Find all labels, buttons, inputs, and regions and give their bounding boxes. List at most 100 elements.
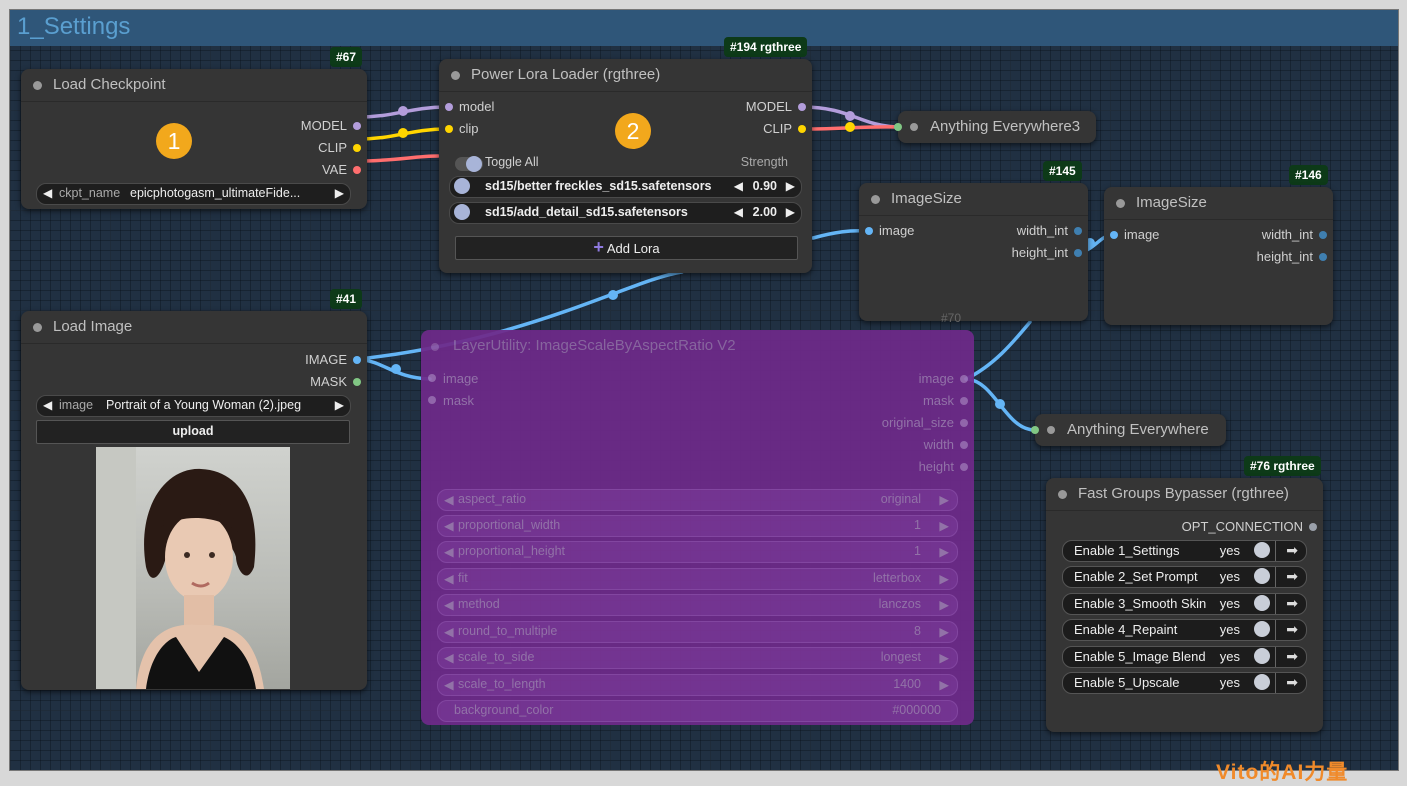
- output-vae-dot-icon[interactable]: [353, 166, 361, 174]
- ckpt-name-combo[interactable]: ◀ ckpt_name epicphotogasm_ultimateFide..…: [36, 183, 351, 205]
- bypass-row[interactable]: Enable 1_Settings yes ➡: [1062, 540, 1307, 562]
- anything-everywhere-node[interactable]: Anything Everywhere: [1031, 414, 1226, 446]
- output-clip-dot-icon[interactable]: [353, 144, 361, 152]
- canvas[interactable]: 1_Settings #67 Load Checkpoint MODEL CLI…: [9, 9, 1399, 771]
- bypass-row[interactable]: Enable 3_Smooth Skin yes ➡: [1062, 593, 1307, 615]
- input-image[interactable]: image: [1124, 227, 1159, 242]
- collapse-dot-icon[interactable]: [1116, 199, 1125, 208]
- widget-background-color[interactable]: background_color #000000: [437, 700, 958, 722]
- output-height-dot-icon[interactable]: [1319, 253, 1327, 261]
- group-header[interactable]: 1_Settings: [10, 10, 1398, 46]
- output-mask[interactable]: MASK: [310, 374, 347, 389]
- node-title-bar[interactable]: ImageSize: [859, 183, 1088, 216]
- add-lora-button[interactable]: + Add Lora: [455, 236, 798, 260]
- toggle-all-switch[interactable]: [455, 156, 483, 172]
- output-height-dot-icon[interactable]: [960, 463, 968, 471]
- lora-row-1[interactable]: sd15/better freckles_sd15.safetensors ◀ …: [449, 176, 802, 198]
- output-image[interactable]: IMAGE: [305, 352, 347, 367]
- image-size-node-a[interactable]: ImageSize image width_int height_int #70: [859, 183, 1088, 325]
- output-mask[interactable]: mask: [923, 393, 954, 408]
- lora-toggle-icon[interactable]: [454, 178, 470, 194]
- node-title-bar[interactable]: Load Image: [21, 311, 367, 344]
- output-model-dot-icon[interactable]: [798, 103, 806, 111]
- left-arrow-icon[interactable]: ◀: [734, 205, 743, 219]
- image-combo[interactable]: ◀ image Portrait of a Young Woman (2).jp…: [36, 395, 351, 417]
- bypass-row[interactable]: Enable 5_Image Blend yes ➡: [1062, 646, 1307, 668]
- lora-strength[interactable]: 0.90: [753, 179, 777, 193]
- input-image[interactable]: image: [443, 371, 478, 386]
- output-original-size[interactable]: original_size: [882, 415, 954, 430]
- widget-scale-to-length[interactable]: ◀ scale_to_length 1400 ▶: [437, 674, 958, 696]
- widget-aspect-ratio[interactable]: ◀ aspect_ratio original ▶: [437, 489, 958, 511]
- fast-groups-bypasser-node[interactable]: Fast Groups Bypasser (rgthree) OPT_CONNE…: [1046, 478, 1323, 732]
- input-image-dot-icon[interactable]: [865, 227, 873, 235]
- power-lora-loader-node[interactable]: Power Lora Loader (rgthree) model clip M…: [439, 59, 812, 273]
- output-height[interactable]: height: [919, 459, 954, 474]
- layer-utility-scale-node[interactable]: LayerUtility: ImageScaleByAspectRatio V2…: [421, 330, 974, 725]
- widget-proportional-height[interactable]: ◀ proportional_height 1 ▶: [437, 541, 958, 563]
- output-opt-connection[interactable]: OPT_CONNECTION: [1182, 519, 1303, 534]
- image-size-node-b[interactable]: ImageSize image width_int height_int: [1104, 187, 1333, 325]
- right-arrow-icon[interactable]: ▶: [786, 205, 795, 219]
- output-model[interactable]: MODEL: [301, 118, 347, 133]
- node-title-bar[interactable]: Power Lora Loader (rgthree): [439, 59, 812, 92]
- left-arrow-icon[interactable]: ◀: [43, 186, 52, 200]
- output-width-dot-icon[interactable]: [1319, 231, 1327, 239]
- bypass-row[interactable]: Enable 5_Upscale yes ➡: [1062, 672, 1307, 694]
- lora-toggle-icon[interactable]: [454, 204, 470, 220]
- input-mask[interactable]: mask: [443, 393, 474, 408]
- left-arrow-icon[interactable]: ◀: [43, 398, 52, 412]
- collapse-dot-icon[interactable]: [33, 81, 42, 90]
- collapse-dot-icon[interactable]: [431, 343, 439, 351]
- left-arrow-icon[interactable]: ◀: [734, 179, 743, 193]
- collapse-dot-icon[interactable]: [451, 71, 460, 80]
- output-model[interactable]: MODEL: [746, 99, 792, 114]
- input-dot-icon[interactable]: [1031, 426, 1039, 434]
- collapse-dot-icon[interactable]: [1058, 490, 1067, 499]
- right-arrow-icon[interactable]: ▶: [335, 186, 344, 200]
- output-width-dot-icon[interactable]: [960, 441, 968, 449]
- bypass-row[interactable]: Enable 2_Set Prompt yes ➡: [1062, 566, 1307, 588]
- bypass-row[interactable]: Enable 4_Repaint yes ➡: [1062, 619, 1307, 641]
- input-image[interactable]: image: [879, 223, 914, 238]
- output-height-dot-icon[interactable]: [1074, 249, 1082, 257]
- right-arrow-icon[interactable]: ▶: [335, 398, 344, 412]
- collapse-dot-icon[interactable]: [33, 323, 42, 332]
- collapse-dot-icon[interactable]: [1047, 426, 1055, 434]
- input-model-dot-icon[interactable]: [445, 103, 453, 111]
- collapse-dot-icon[interactable]: [910, 123, 918, 131]
- widget-round-to-multiple[interactable]: ◀ round_to_multiple 8 ▶: [437, 621, 958, 643]
- lora-name[interactable]: sd15/better freckles_sd15.safetensors: [485, 179, 712, 193]
- output-width-int[interactable]: width_int: [1262, 227, 1313, 242]
- output-image[interactable]: image: [919, 371, 954, 386]
- output-clip[interactable]: CLIP: [318, 140, 347, 155]
- output-clip-dot-icon[interactable]: [798, 125, 806, 133]
- load-checkpoint-node[interactable]: Load Checkpoint MODEL CLIP VAE 1 ◀ ckpt_…: [21, 69, 367, 209]
- collapse-dot-icon[interactable]: [871, 195, 880, 204]
- lora-row-2[interactable]: sd15/add_detail_sd15.safetensors ◀ 2.00 …: [449, 202, 802, 224]
- output-mask-dot-icon[interactable]: [353, 378, 361, 386]
- output-width-int[interactable]: width_int: [1017, 223, 1068, 238]
- lora-name[interactable]: sd15/add_detail_sd15.safetensors: [485, 205, 688, 219]
- output-image-dot-icon[interactable]: [960, 375, 968, 383]
- input-clip-dot-icon[interactable]: [445, 125, 453, 133]
- output-clip[interactable]: CLIP: [763, 121, 792, 136]
- output-size-dot-icon[interactable]: [960, 419, 968, 427]
- widget-scale-to-side[interactable]: ◀ scale_to_side longest ▶: [437, 647, 958, 669]
- right-arrow-icon[interactable]: ▶: [786, 179, 795, 193]
- widget-method[interactable]: ◀ method lanczos ▶: [437, 594, 958, 616]
- upload-button[interactable]: upload: [36, 420, 350, 444]
- node-title-bar[interactable]: Fast Groups Bypasser (rgthree): [1046, 478, 1323, 511]
- load-image-node[interactable]: Load Image IMAGE MASK ◀ image Portrait o…: [21, 311, 367, 690]
- widget-fit[interactable]: ◀ fit letterbox ▶: [437, 568, 958, 590]
- input-mask-dot-icon[interactable]: [428, 396, 436, 404]
- output-vae[interactable]: VAE: [322, 162, 347, 177]
- output-height-int[interactable]: height_int: [1257, 249, 1313, 264]
- node-title-bar[interactable]: Load Checkpoint: [21, 69, 367, 102]
- lora-strength[interactable]: 2.00: [753, 205, 777, 219]
- widget-proportional-width[interactable]: ◀ proportional_width 1 ▶: [437, 515, 958, 537]
- output-width-dot-icon[interactable]: [1074, 227, 1082, 235]
- input-model[interactable]: model: [459, 99, 494, 114]
- output-image-dot-icon[interactable]: [353, 356, 361, 364]
- output-dot-icon[interactable]: [1309, 523, 1317, 531]
